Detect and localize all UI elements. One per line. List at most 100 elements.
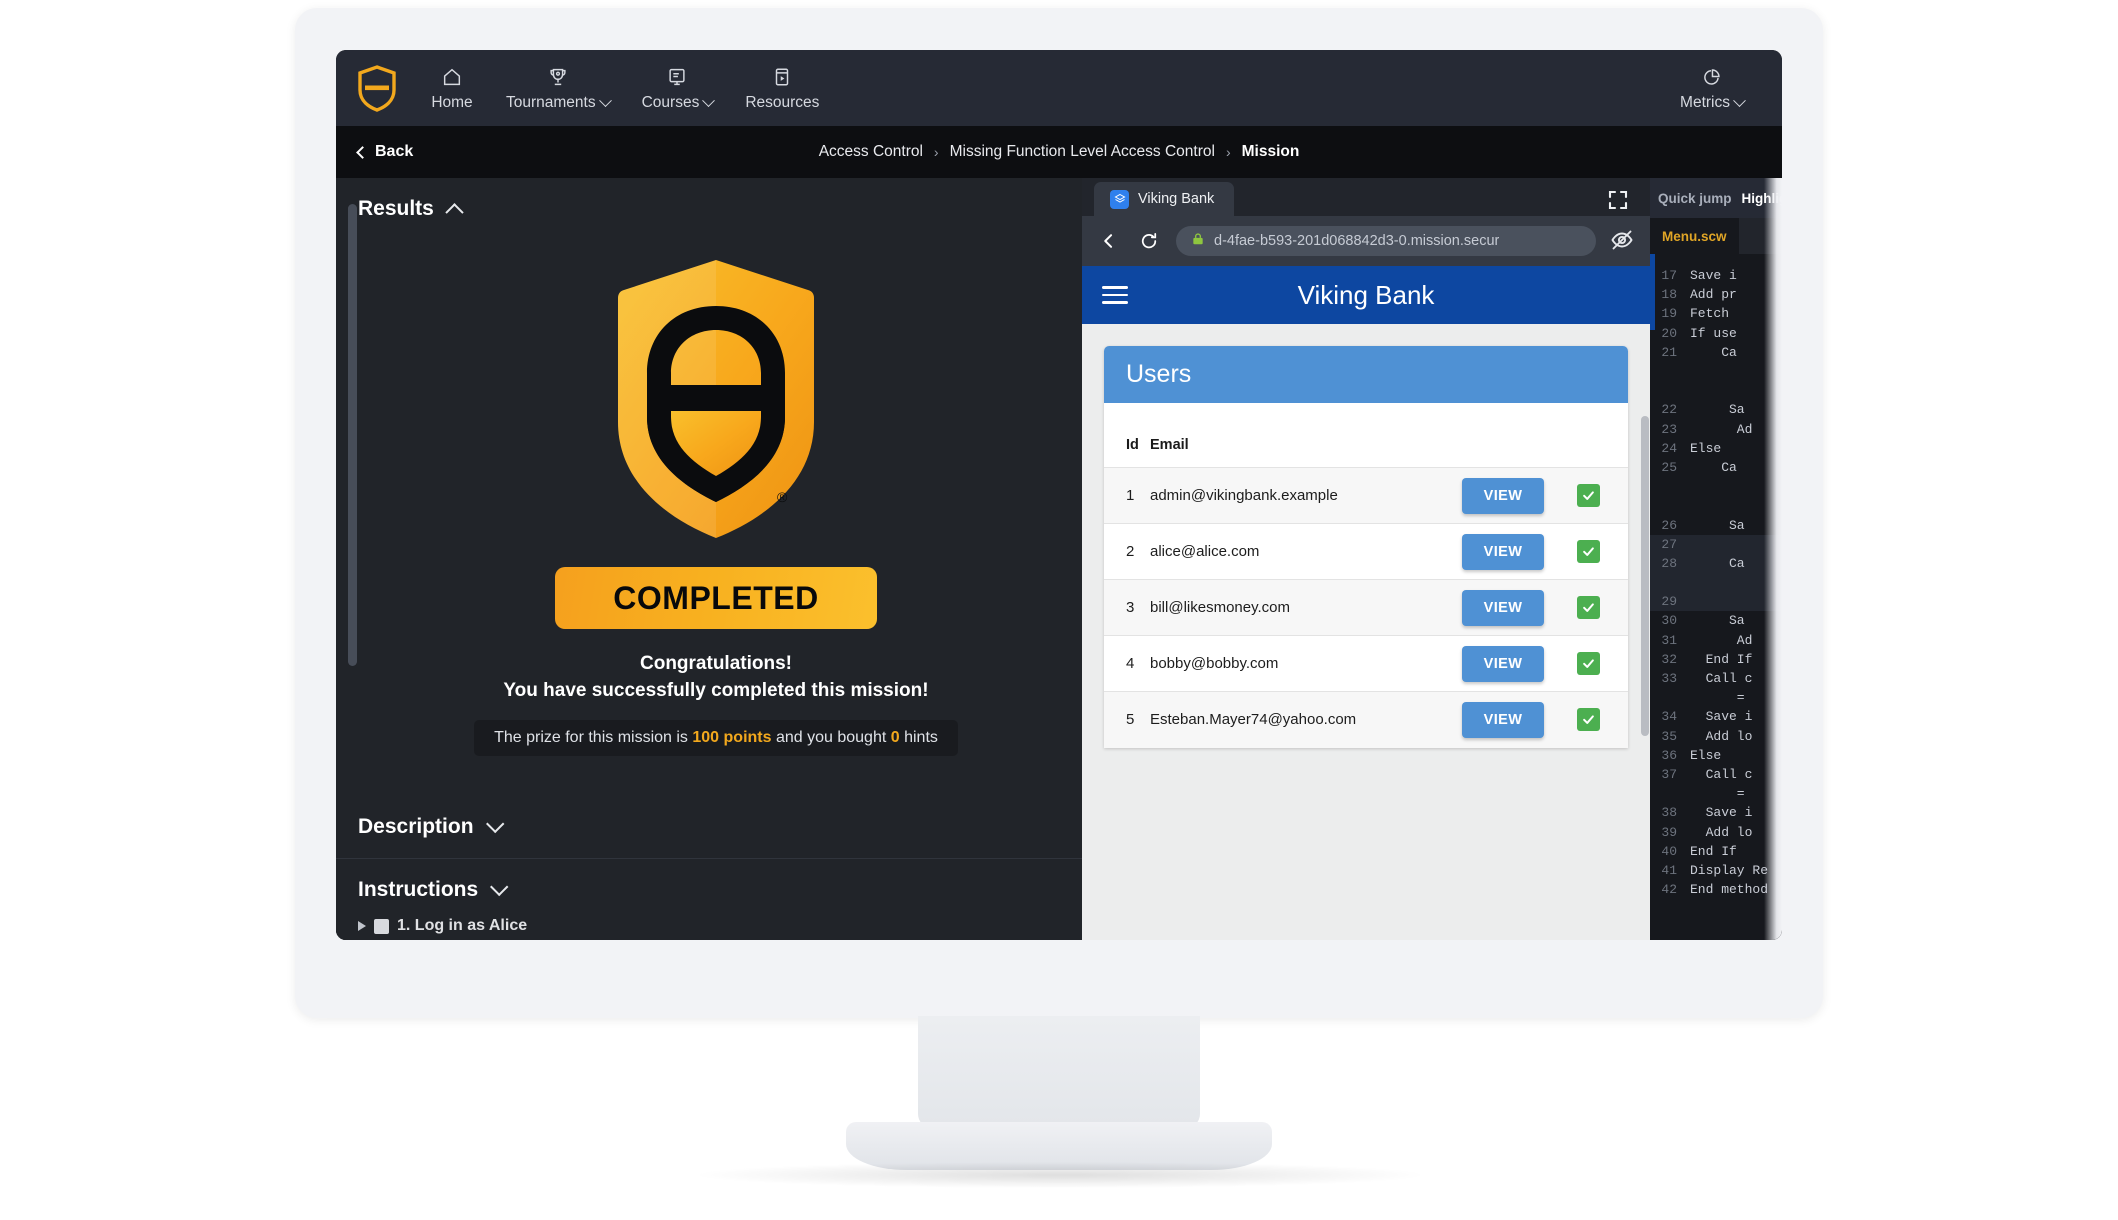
breadcrumb-item-access-control[interactable]: Access Control — [819, 143, 923, 161]
code-line-number: 25 — [1661, 459, 1677, 475]
quick-jump-label[interactable]: Quick jump — [1658, 191, 1732, 206]
browser-back-button[interactable] — [1096, 228, 1122, 254]
monitor-screen: Home Tournaments Courses Resources Metri… — [336, 50, 1782, 940]
viking-bank-title: Viking Bank — [1297, 279, 1435, 310]
nav-right-group: Metrics — [1664, 64, 1760, 112]
instructions-section-header[interactable]: Instructions — [336, 859, 1096, 921]
code-line-number: 24 — [1661, 440, 1677, 456]
app-logo-icon[interactable] — [354, 64, 400, 112]
browser-tab-label: Viking Bank — [1138, 191, 1215, 207]
code-line-text: If use — [1690, 325, 1737, 341]
prize-points: 100 points — [692, 729, 772, 746]
code-line-text: Ad — [1690, 421, 1753, 437]
nav-item-courses[interactable]: Courses — [626, 64, 730, 112]
column-header-email: Email — [1150, 437, 1189, 453]
description-section-header[interactable]: Description — [336, 796, 1096, 858]
code-line: 40 End If — [1650, 842, 1782, 861]
chevron-down-icon — [702, 93, 716, 107]
table-row: 1 admin@vikingbank.example VIEW — [1104, 467, 1628, 524]
table-row: 5 Esteban.Mayer74@yahoo.com VIEW — [1104, 691, 1628, 748]
nav-item-resources[interactable]: Resources — [729, 64, 835, 112]
chevron-down-icon — [1733, 93, 1746, 107]
code-file-tab-menu-scw[interactable]: Menu.scw — [1650, 218, 1739, 254]
instructions-first-step[interactable]: 1. Log in as Alice — [336, 917, 1096, 935]
nav-item-metrics[interactable]: Metrics — [1664, 64, 1760, 112]
primary-nav-items: Home Tournaments Courses Resources — [414, 64, 835, 112]
back-button[interactable]: Back — [356, 143, 413, 161]
code-line-number: 37 — [1661, 766, 1677, 782]
users-card: Users Id Email 1 admin@vikingbank.exampl… — [1104, 346, 1628, 748]
breadcrumb-item-missing-function-level-access-control[interactable]: Missing Function Level Access Control — [950, 143, 1215, 161]
code-line-number: 22 — [1661, 402, 1677, 418]
view-button[interactable]: VIEW — [1461, 701, 1545, 738]
view-button[interactable]: VIEW — [1461, 589, 1545, 626]
browser-vertical-scrollbar[interactable] — [1641, 416, 1649, 736]
code-line-number: 40 — [1661, 843, 1677, 859]
view-button[interactable]: VIEW — [1461, 533, 1545, 570]
cell-email: admin@vikingbank.example — [1150, 467, 1438, 524]
congratulations-line-1: Congratulations! — [640, 653, 792, 674]
nav-item-tournaments[interactable]: Tournaments — [490, 64, 626, 112]
results-title: Results — [358, 197, 434, 220]
code-line-text: Save i — [1690, 805, 1753, 821]
green-check-icon — [1576, 652, 1600, 675]
code-line: = — [1650, 688, 1782, 707]
code-line-text: Display Re — [1690, 862, 1769, 878]
code-line-text: End If — [1690, 651, 1753, 667]
view-button[interactable]: VIEW — [1461, 477, 1545, 514]
column-header-action — [1438, 403, 1568, 468]
eye-off-icon[interactable] — [1610, 228, 1636, 254]
code-line-number: 34 — [1661, 709, 1677, 725]
code-line-text: Sa — [1690, 613, 1745, 629]
results-section-header[interactable]: Results — [336, 178, 1096, 240]
play-window-icon — [771, 64, 793, 90]
expand-triangle-icon — [358, 921, 366, 931]
code-line-number: 29 — [1661, 594, 1677, 610]
table-row: 3 bill@likesmoney.com VIEW — [1104, 579, 1628, 636]
breadcrumb-item-mission[interactable]: Mission — [1242, 143, 1300, 161]
instructions-first-step-label: 1. Log in as Alice — [397, 917, 528, 934]
code-line-number: 42 — [1661, 882, 1677, 898]
prize-middle: and you bought — [771, 729, 891, 746]
browser-url-input[interactable]: d-4fae-b593-201d068842d3-0.mission.secur — [1176, 226, 1596, 256]
code-panel: Quick jump Highlighted Menu.scw 17 Save i… — [1650, 178, 1782, 940]
code-line-text: Ca — [1690, 555, 1745, 571]
code-line-number: 41 — [1661, 862, 1677, 878]
code-line: 32 End If — [1650, 650, 1782, 669]
green-check-icon — [1576, 596, 1600, 619]
code-line: 36 Else — [1650, 746, 1782, 765]
cell-status — [1568, 523, 1628, 580]
code-line-text: Sa — [1690, 402, 1745, 418]
breadcrumb-bar: Back Access Control › Missing Function L… — [336, 126, 1782, 178]
step-complete-check-icon — [374, 918, 389, 934]
left-panel-scrollbar[interactable] — [348, 204, 357, 666]
mission-left-column: Results ® COMPLETED Congratulations! You… — [336, 178, 1096, 940]
code-line-text: Add lo — [1690, 824, 1753, 840]
cell-status — [1568, 635, 1628, 692]
browser-url-text: d-4fae-b593-201d068842d3-0.mission.secur — [1214, 233, 1500, 249]
instructions-title: Instructions — [358, 878, 479, 901]
code-line-number: 20 — [1661, 325, 1677, 341]
browser-viewport: Viking Bank Users Id Email 1 admin@vikin… — [1082, 266, 1650, 940]
browser-reload-button[interactable] — [1136, 228, 1162, 254]
browser-tab-viking-bank[interactable]: Viking Bank — [1094, 182, 1234, 216]
highlighted-label[interactable]: Highlighted — [1742, 191, 1782, 206]
cell-email: alice@alice.com — [1150, 523, 1438, 580]
table-row: 2 alice@alice.com VIEW — [1104, 523, 1628, 580]
monitor-stand-neck — [918, 1016, 1200, 1128]
breadcrumb: Access Control › Missing Function Level … — [336, 143, 1782, 161]
view-button[interactable]: VIEW — [1461, 645, 1545, 682]
code-line-number: 26 — [1661, 517, 1677, 533]
hamburger-menu-icon[interactable] — [1102, 281, 1128, 309]
nav-item-home[interactable]: Home — [414, 64, 490, 112]
fullscreen-expand-icon[interactable] — [1606, 188, 1630, 212]
code-line-number: 18 — [1661, 287, 1677, 303]
code-line: 22 Sa — [1650, 400, 1782, 419]
code-line-text: Ca — [1690, 344, 1737, 360]
green-check-icon — [1576, 484, 1600, 507]
code-lines[interactable]: 17 Save i 18 Add pr 19 Fetch 20 If use 21 Ca 22 … — [1650, 254, 1782, 899]
code-line-text: Ad — [1690, 632, 1753, 648]
monitor-shadow — [700, 1162, 1420, 1188]
